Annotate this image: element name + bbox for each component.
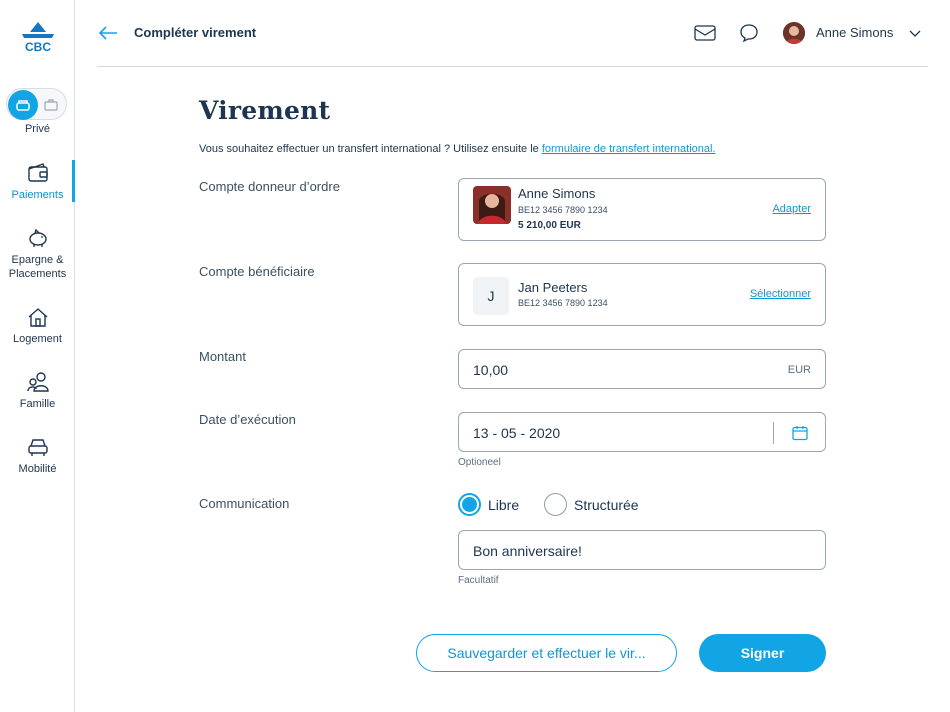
radio-structuree[interactable]: Structurée <box>544 493 639 516</box>
donor-name: Anne Simons <box>518 186 596 201</box>
sidebar-item-famille[interactable]: Famille <box>0 371 75 411</box>
execution-date-label: Date d’exécution <box>199 412 296 427</box>
communication-label: Communication <box>199 496 290 511</box>
execution-date-input[interactable]: 13 - 05 - 2020 <box>458 412 826 452</box>
amount-label: Montant <box>199 349 246 364</box>
user-avatar[interactable] <box>783 22 805 44</box>
car-icon <box>27 439 48 456</box>
beneficiary-name: Jan Peeters <box>518 280 588 295</box>
chat-icon[interactable] <box>739 23 759 43</box>
beneficiary-account-card[interactable]: J Jan Peeters BE12 3456 7890 1234 Sélect… <box>458 263 826 326</box>
wallet-icon <box>27 163 48 182</box>
calendar-icon[interactable] <box>792 425 808 441</box>
intro-sentence: Vous souhaitez effectuer un transfert in… <box>199 143 542 155</box>
intro-text: Vous souhaitez effectuer un transfert in… <box>199 143 716 155</box>
mail-icon[interactable] <box>694 24 716 42</box>
adapt-link[interactable]: Adapter <box>772 203 811 215</box>
execution-date-value: 13 - 05 - 2020 <box>473 425 561 441</box>
sign-button[interactable]: Signer <box>699 634 826 672</box>
sidebar-item-logement[interactable]: Logement <box>0 306 75 346</box>
beneficiary-account-label: Compte bénéficiaire <box>199 264 315 279</box>
radio-circle[interactable] <box>544 493 567 516</box>
page-header-title: Compléter virement <box>134 25 257 40</box>
radio-libre[interactable]: Libre <box>458 493 519 516</box>
page-title: Virement <box>199 96 331 125</box>
top-header: Compléter virement Anne Simons <box>97 0 928 67</box>
sidebar: CBC Privé Paiements Epargne & Placements… <box>0 0 75 712</box>
radio-circle[interactable] <box>458 493 481 516</box>
communication-input[interactable]: Bon anniversaire! <box>458 530 826 570</box>
sidebar-item-epargne[interactable]: Epargne & Placements <box>0 227 75 281</box>
house-icon <box>28 308 47 327</box>
user-name[interactable]: Anne Simons <box>816 25 893 40</box>
beneficiary-iban: BE12 3456 7890 1234 <box>518 298 608 308</box>
beneficiary-initial: J <box>473 277 509 315</box>
business-profile-icon[interactable] <box>39 93 63 117</box>
private-profile-icon[interactable] <box>8 90 38 120</box>
save-and-transfer-button[interactable]: Sauvegarder et effectuer le vir... <box>416 634 677 672</box>
amount-value: 10,00 <box>473 362 509 378</box>
sidebar-item-label: Famille <box>19 398 56 410</box>
communication-hint: Facultatif <box>458 575 499 586</box>
back-arrow-icon[interactable] <box>97 23 119 43</box>
currency-label: EUR <box>787 364 811 376</box>
communication-value: Bon anniversaire! <box>473 543 582 559</box>
donor-account-label: Compte donneur d’ordre <box>199 179 340 194</box>
sidebar-item-label: Mobilité <box>18 463 57 475</box>
sidebar-item-label: Paiements <box>11 189 64 201</box>
donor-account-card[interactable]: Anne Simons BE12 3456 7890 1234 5 210,00… <box>458 178 826 241</box>
select-beneficiary-link[interactable]: Sélectionner <box>750 288 811 300</box>
chevron-down-icon[interactable] <box>909 28 921 38</box>
logo-text: CBC <box>25 40 51 54</box>
sidebar-item-label: Logement <box>13 333 62 345</box>
active-indicator <box>72 160 75 202</box>
international-transfer-link[interactable]: formulaire de transfert international. <box>542 143 716 155</box>
sidebar-item-mobilite[interactable]: Mobilité <box>0 436 75 476</box>
family-icon <box>26 372 49 392</box>
radio-label: Libre <box>488 496 520 513</box>
profile-toggle[interactable] <box>6 88 67 120</box>
piggy-bank-icon <box>28 228 47 247</box>
profile-label: Privé <box>24 123 51 135</box>
donor-balance: 5 210,00 EUR <box>518 220 581 231</box>
radio-label: Structurée <box>574 496 639 513</box>
date-hint: Optioneel <box>458 457 501 468</box>
sidebar-item-paiements[interactable]: Paiements <box>0 162 75 202</box>
amount-input[interactable]: 10,00 EUR <box>458 349 826 389</box>
date-divider <box>773 422 774 444</box>
cbc-logo[interactable]: CBC <box>18 20 58 54</box>
sidebar-item-label: Epargne & Placements <box>8 254 67 280</box>
donor-iban: BE12 3456 7890 1234 <box>518 205 608 215</box>
donor-avatar <box>473 186 511 224</box>
